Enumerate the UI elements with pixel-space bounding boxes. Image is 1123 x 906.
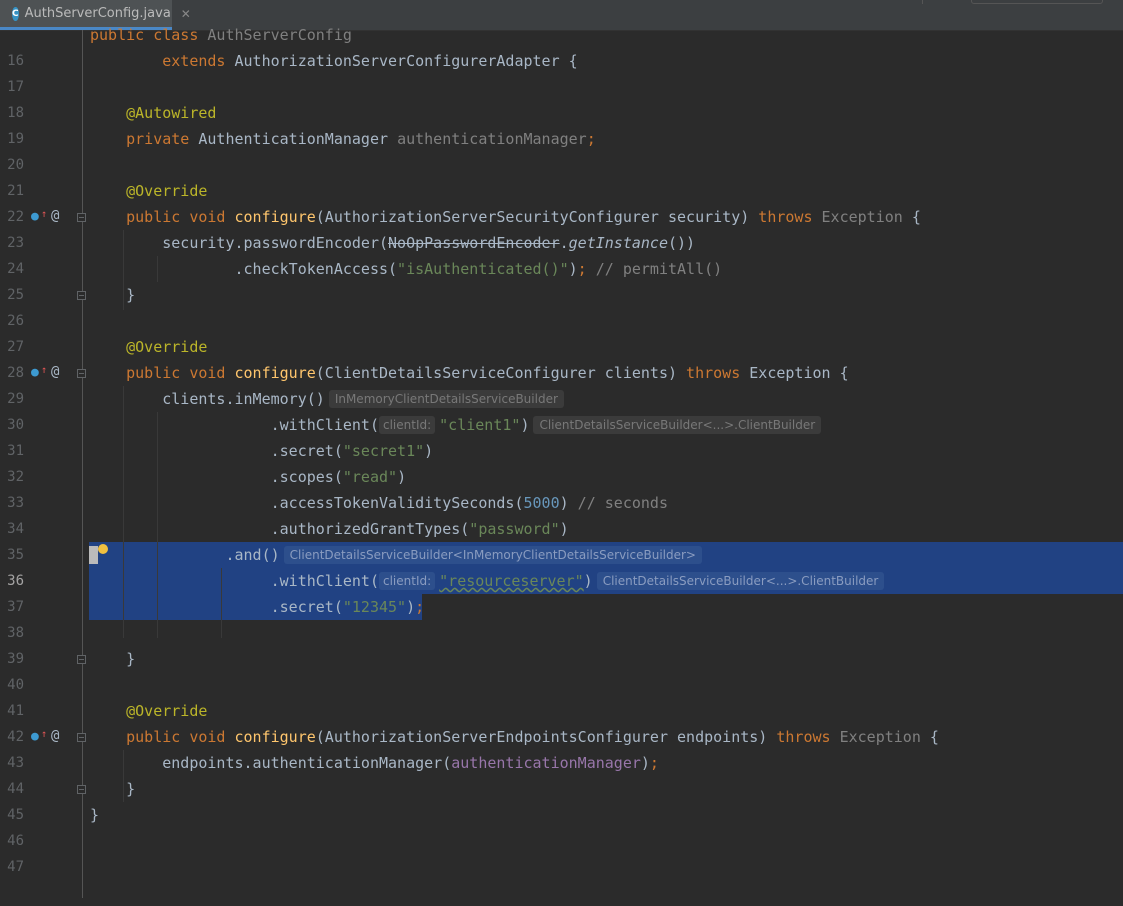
code-line: 30 clients.inMemory() InMemoryClientDetai… xyxy=(0,386,1123,433)
code-line: 38 .secret("12345"); xyxy=(0,594,1123,641)
code-line: 22 @Override xyxy=(0,178,1123,225)
code-line: 28 @Override xyxy=(0,334,1123,381)
code-text: clients.inMemory() InMemoryClientDetailsS… xyxy=(90,386,564,412)
code-text: .withClient(clientId: "client1") ClientDet… xyxy=(90,412,822,438)
code-text: extends AuthorizationServerConfigurerAda… xyxy=(162,52,578,70)
toolbar-dropdown[interactable] xyxy=(971,0,1103,4)
code-line: 44 endpoints.authenticationManager(authe… xyxy=(0,750,1123,797)
code-text: endpoints.authenticationManager(authenti… xyxy=(90,754,659,772)
code-line: 35 .authorizedGrantTypes("password") xyxy=(0,516,1123,563)
override-arrow-icon: ↑ xyxy=(41,365,48,376)
code-text: public void configure(AuthorizationServe… xyxy=(126,208,921,226)
code-line: 40 } xyxy=(0,646,1123,693)
code-line: 42 @Override xyxy=(0,698,1123,745)
type-hint: ClientDetailsServiceBuilder<...>.ClientB… xyxy=(533,416,822,434)
tab-label: AuthServerConfig.java xyxy=(24,6,171,21)
fold-icon[interactable] xyxy=(77,733,86,742)
param-hint: clientId: xyxy=(378,572,436,590)
code-text: .authorizedGrantTypes("password") xyxy=(90,520,569,538)
code-text: .accessTokenValiditySeconds(5000) // sec… xyxy=(90,494,668,512)
code-text: public void configure(AuthorizationServe… xyxy=(126,728,939,746)
code-line: 31 .withClient(clientId: "client1") Client… xyxy=(0,412,1123,459)
implements-method-icon[interactable]: ● xyxy=(31,730,39,744)
code-text: @Override xyxy=(126,338,208,356)
class-icon: C xyxy=(12,6,19,21)
code-line: 24 security.passwordEncoder(NoOpPassword… xyxy=(0,230,1123,277)
code-text: public class AuthServerConfig xyxy=(90,26,352,44)
code-text: .withClient(clientId: "resourceserver") Cl… xyxy=(90,568,885,594)
code-line: 32 .secret("secret1") xyxy=(0,438,1123,485)
code-line: 46 } xyxy=(0,802,1123,849)
code-text: .checkTokenAccess("isAuthenticated()"); … xyxy=(90,260,723,278)
text-cursor xyxy=(89,546,98,564)
implements-method-icon[interactable]: ● xyxy=(31,366,39,380)
code-line: 45 } xyxy=(0,776,1123,823)
code-line: 36 .and() ClientDetailsServiceBuilder<InM… xyxy=(0,542,1123,589)
code-line: 18 xyxy=(0,74,1123,121)
code-text: } xyxy=(90,286,136,304)
code-text: .and() ClientDetailsServiceBuilder<InMemo… xyxy=(90,542,702,568)
override-arrow-icon: ↑ xyxy=(41,729,48,740)
type-hint: ClientDetailsServiceBuilder<InMemoryClie… xyxy=(283,546,702,564)
code-line: 26 } xyxy=(0,282,1123,329)
code-line: 19 @Autowired xyxy=(0,100,1123,147)
param-hint: clientId: xyxy=(378,416,436,434)
code-text: @Autowired xyxy=(126,104,217,122)
code-text: public void configure(ClientDetailsServi… xyxy=(126,364,849,382)
annotation-icon[interactable]: @ xyxy=(51,729,59,743)
code-text: .scopes("read") xyxy=(90,468,407,486)
code-text: .secret("secret1") xyxy=(90,442,434,460)
code-line: 39 xyxy=(0,620,1123,667)
fold-icon[interactable] xyxy=(77,655,86,664)
code-line: 33 .scopes("read") xyxy=(0,464,1123,511)
type-hint: InMemoryClientDetailsServiceBuilder xyxy=(328,390,564,408)
code-line: 27 xyxy=(0,308,1123,355)
code-text: .secret("12345"); xyxy=(90,598,425,616)
code-line: 29 public void configure(ClientDetailsSe… xyxy=(0,360,1123,407)
fold-icon[interactable] xyxy=(77,213,86,222)
fold-icon[interactable] xyxy=(77,291,86,300)
code-line: 16 public class AuthServerConfig xyxy=(0,22,1123,69)
implements-method-icon[interactable]: ● xyxy=(31,210,39,224)
code-text: } xyxy=(90,650,136,668)
code-text: } xyxy=(90,806,100,824)
line-number: 47 xyxy=(7,859,24,875)
toolbar-separator xyxy=(922,0,923,4)
code-editor[interactable]: 16 public class AuthServerConfig 17 exte… xyxy=(0,26,1123,898)
fold-icon[interactable] xyxy=(77,369,86,378)
lightbulb-icon[interactable] xyxy=(98,544,108,554)
type-hint: ClientDetailsServiceBuilder<...>.ClientB… xyxy=(596,572,885,590)
code-line: 25 .checkTokenAccess("isAuthenticated()"… xyxy=(0,256,1123,303)
code-line: 23 public void configure(AuthorizationSe… xyxy=(0,204,1123,251)
fold-icon[interactable] xyxy=(77,785,86,794)
annotation-icon[interactable]: @ xyxy=(51,365,59,379)
code-line: 37 .withClient(clientId: "resourceserver"… xyxy=(0,568,1123,615)
code-text: security.passwordEncoder(NoOpPasswordEnc… xyxy=(90,234,696,252)
code-text: private AuthenticationManager authentica… xyxy=(126,130,596,148)
code-line: 17 extends AuthorizationServerConfigurer… xyxy=(0,48,1123,95)
code-line: 47 xyxy=(0,828,1123,875)
code-text: @Override xyxy=(126,702,208,720)
code-text: @Override xyxy=(126,182,208,200)
code-text: } xyxy=(90,780,136,798)
override-arrow-icon: ↑ xyxy=(41,209,48,220)
code-line: 34 .accessTokenValiditySeconds(5000) // … xyxy=(0,490,1123,537)
code-line: 20 private AuthenticationManager authent… xyxy=(0,126,1123,173)
annotation-icon[interactable]: @ xyxy=(51,209,59,223)
code-line: 43 public void configure(AuthorizationSe… xyxy=(0,724,1123,771)
code-line: 41 xyxy=(0,672,1123,719)
close-icon[interactable]: ✕ xyxy=(181,7,191,21)
code-line: 21 xyxy=(0,152,1123,199)
